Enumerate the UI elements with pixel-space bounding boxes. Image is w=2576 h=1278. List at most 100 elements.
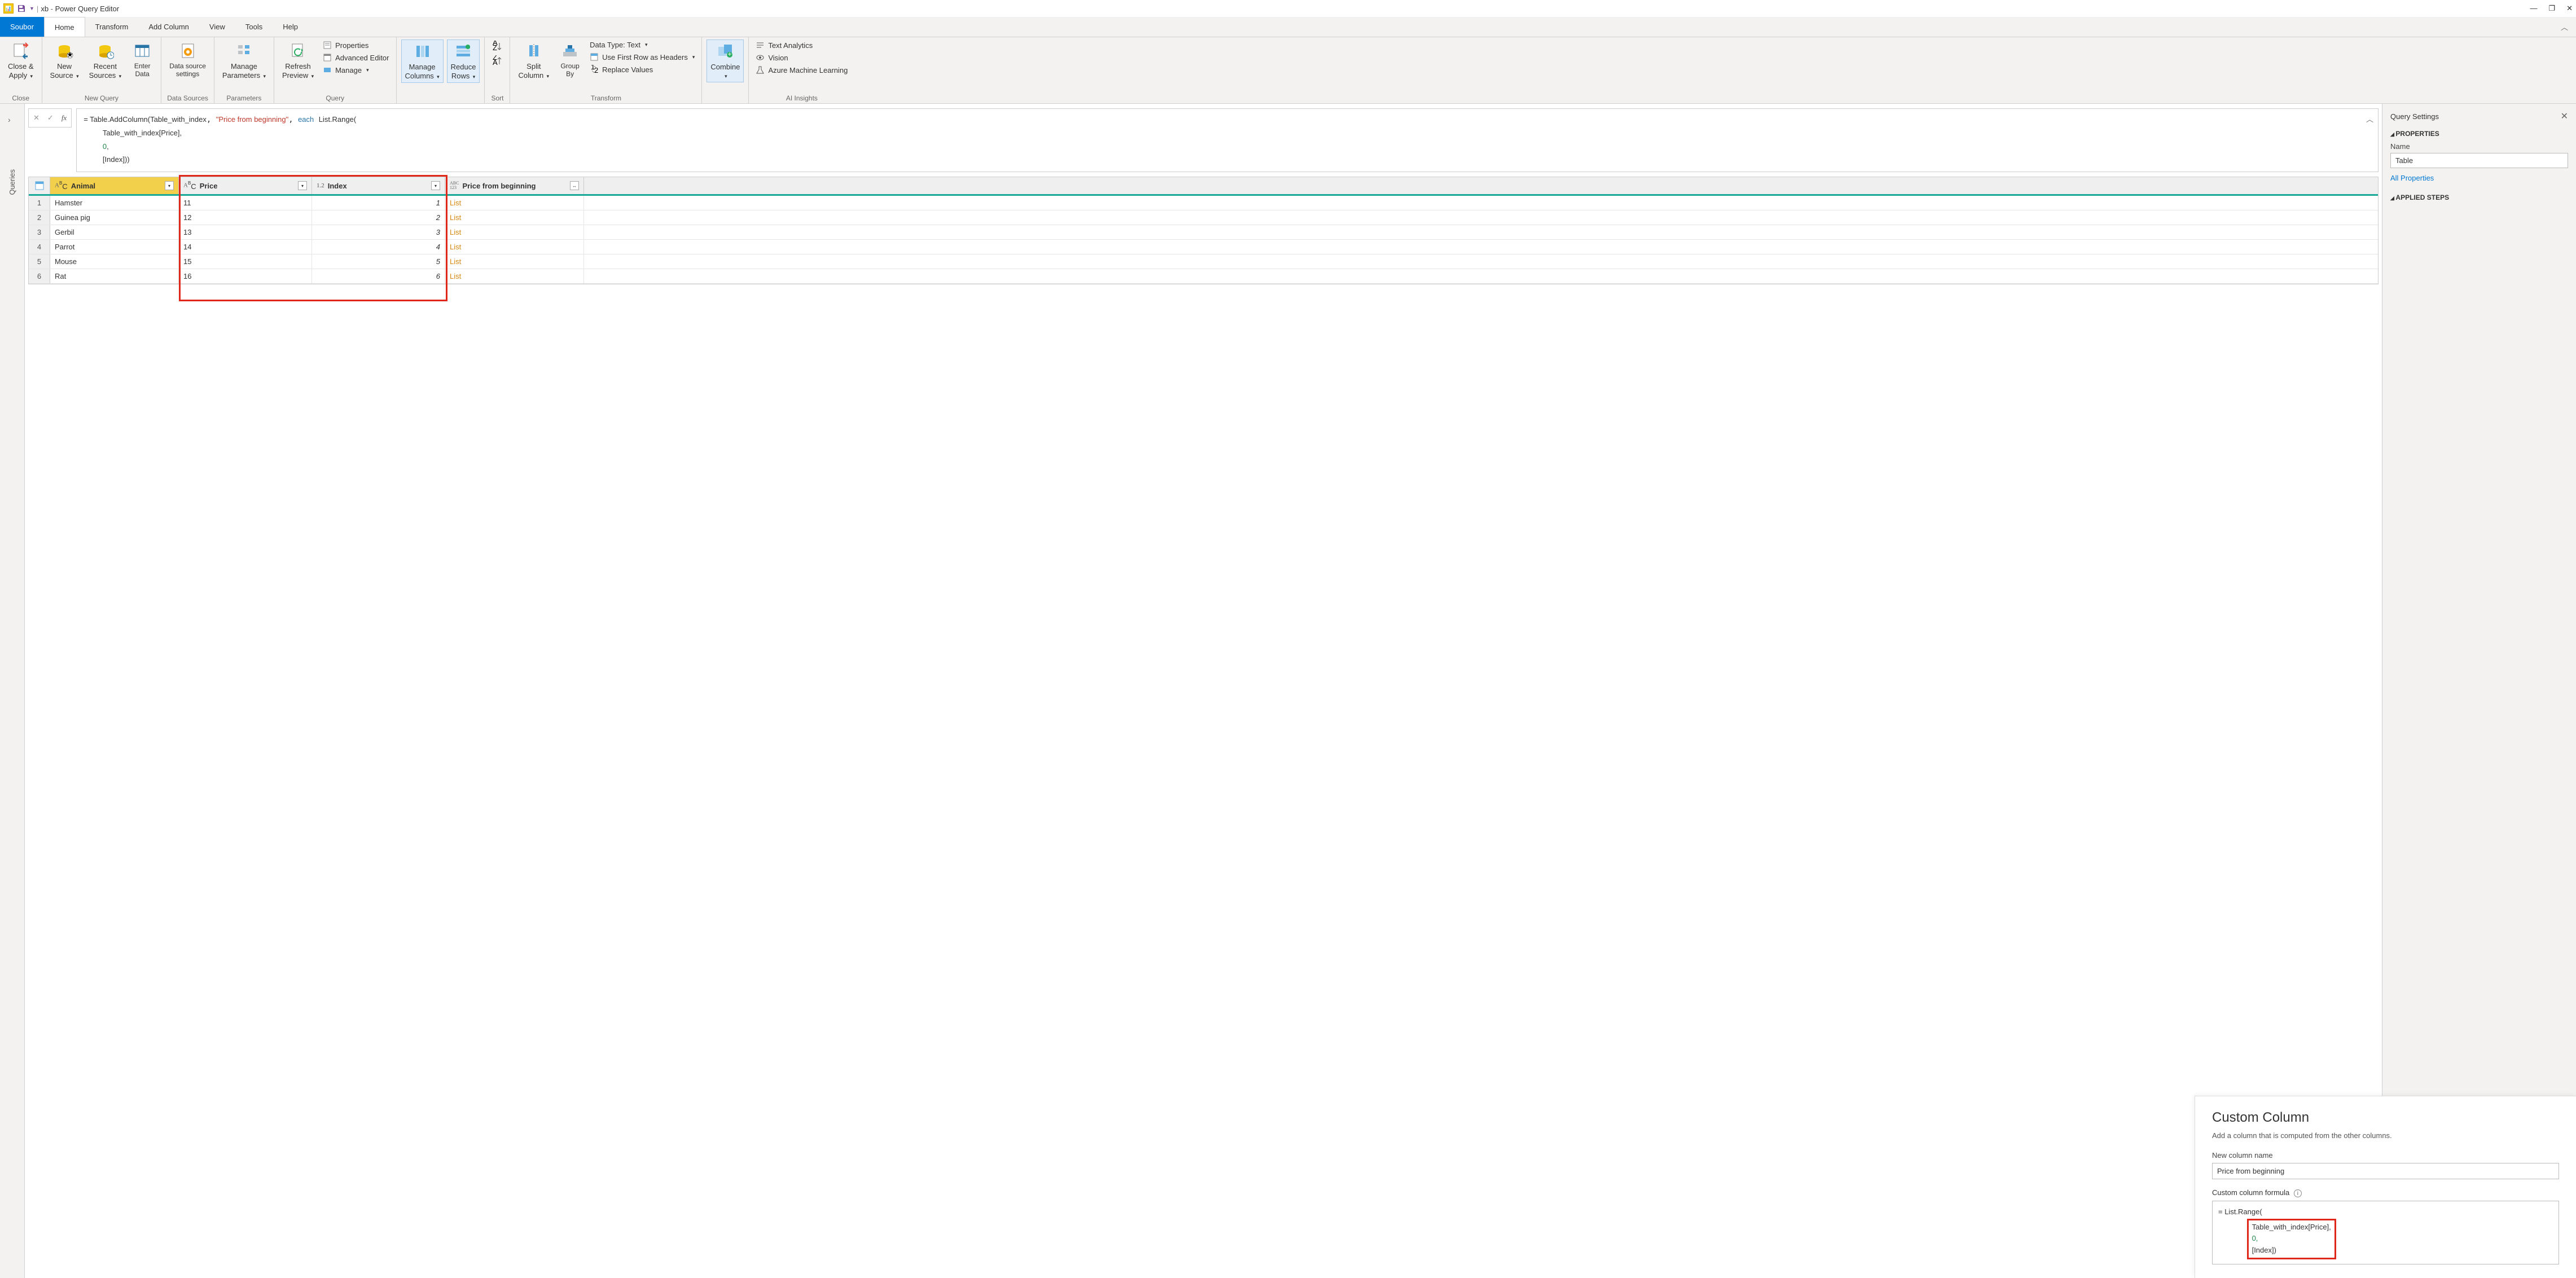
cell[interactable]: 2: [312, 210, 445, 225]
combine-button[interactable]: +Combine▾: [706, 39, 744, 82]
row-number: 2: [29, 210, 50, 225]
table-icon[interactable]: [29, 177, 50, 194]
cell[interactable]: 13: [179, 225, 312, 239]
close-apply-button[interactable]: Close & Apply ▾: [5, 39, 37, 82]
svg-text:A: A: [493, 58, 498, 67]
group-by-button[interactable]: Group By: [556, 39, 584, 81]
cell-list-link[interactable]: List: [445, 210, 584, 225]
split-column-button[interactable]: Split Column ▾: [515, 39, 552, 82]
cell[interactable]: Hamster: [50, 196, 179, 210]
tab-help[interactable]: Help: [273, 17, 308, 37]
filter-icon[interactable]: ▾: [431, 181, 440, 190]
cell-list-link[interactable]: List: [445, 240, 584, 254]
manage-columns-button[interactable]: Manage Columns ▾: [401, 39, 444, 83]
table-row[interactable]: 2 Guinea pig 12 2 List: [29, 210, 2378, 225]
cell[interactable]: 1: [312, 196, 445, 210]
cell[interactable]: Rat: [50, 269, 179, 283]
formula-input[interactable]: ︿ = Table.AddColumn(Table_with_index, "P…: [76, 108, 2378, 172]
table-row[interactable]: 1 Hamster 11 1 List: [29, 196, 2378, 210]
col-index[interactable]: 1.2Index▾: [312, 177, 445, 194]
all-properties-link[interactable]: All Properties: [2390, 174, 2568, 182]
minimize-button[interactable]: —: [2530, 4, 2537, 13]
cell[interactable]: 6: [312, 269, 445, 283]
manage-button[interactable]: Manage ▾: [321, 64, 391, 76]
new-source-button[interactable]: ★New Source ▾: [47, 39, 82, 82]
tab-view[interactable]: View: [199, 17, 235, 37]
group-label: Parameters: [219, 93, 269, 102]
cancel-formula-icon[interactable]: ✕: [33, 113, 40, 122]
close-button[interactable]: ✕: [2566, 4, 2573, 13]
collapse-formula-icon[interactable]: ︿: [2366, 113, 2373, 126]
expand-icon[interactable]: ↔: [570, 181, 579, 190]
properties-button[interactable]: Properties: [321, 39, 391, 51]
recent-sources-button[interactable]: Recent Sources ▾: [86, 39, 125, 82]
type-any-icon: ABC 123: [450, 181, 459, 190]
info-icon[interactable]: i: [2294, 1189, 2302, 1197]
advanced-editor-button[interactable]: Advanced Editor: [321, 52, 391, 63]
formula-textarea[interactable]: = List.Range( Table_with_index[Price], 0…: [2212, 1201, 2559, 1264]
highlight-box: Table_with_index[Price], 0, [Index]): [2247, 1219, 2336, 1259]
cell[interactable]: 5: [312, 254, 445, 269]
sort-asc-button[interactable]: AZ: [489, 39, 505, 53]
dropdown-icon[interactable]: ▼: [29, 6, 34, 11]
cell[interactable]: Mouse: [50, 254, 179, 269]
reduce-rows-button[interactable]: Reduce Rows ▾: [447, 39, 480, 83]
table-icon: [590, 52, 599, 62]
enter-data-button[interactable]: Enter Data: [128, 39, 156, 81]
close-icon[interactable]: ✕: [2561, 111, 2568, 122]
save-icon[interactable]: [17, 4, 26, 13]
vision-button[interactable]: Vision: [753, 52, 850, 63]
azure-ml-button[interactable]: Azure Machine Learning: [753, 64, 850, 76]
applied-steps-section[interactable]: APPLIED STEPS: [2390, 194, 2568, 201]
data-type-button[interactable]: Data Type: Text ▾: [587, 39, 697, 50]
properties-section[interactable]: PROPERTIES: [2390, 130, 2568, 138]
cell-list-link[interactable]: List: [445, 254, 584, 269]
table-row[interactable]: 3 Gerbil 13 3 List: [29, 225, 2378, 240]
tab-home[interactable]: Home: [44, 17, 85, 37]
tab-addcolumn[interactable]: Add Column: [138, 17, 199, 37]
fx-icon[interactable]: fx: [62, 113, 67, 122]
collapse-ribbon-icon[interactable]: ︿: [2553, 17, 2576, 37]
filter-icon[interactable]: ▾: [165, 181, 174, 190]
accept-formula-icon[interactable]: ✓: [47, 113, 54, 122]
first-row-headers-button[interactable]: Use First Row as Headers ▾: [587, 51, 697, 63]
sort-desc-button[interactable]: ZA: [489, 54, 505, 68]
cell-list-link[interactable]: List: [445, 269, 584, 283]
cell-list-link[interactable]: List: [445, 196, 584, 210]
expand-icon[interactable]: ›: [8, 115, 16, 124]
tab-transform[interactable]: Transform: [85, 17, 139, 37]
col-animal[interactable]: ABCAnimal▾: [50, 177, 179, 194]
cell[interactable]: Guinea pig: [50, 210, 179, 225]
cell[interactable]: 15: [179, 254, 312, 269]
new-column-name-input[interactable]: [2212, 1163, 2559, 1179]
refresh-preview-button[interactable]: Refresh Preview ▾: [279, 39, 317, 82]
text-analytics-button[interactable]: Text Analytics: [753, 39, 850, 51]
file-tab[interactable]: Soubor: [0, 17, 44, 37]
replace-values-button[interactable]: 12Replace Values: [587, 64, 697, 75]
table-row[interactable]: 4 Parrot 14 4 List: [29, 240, 2378, 254]
cell[interactable]: 12: [179, 210, 312, 225]
maximize-button[interactable]: ❐: [2548, 4, 2555, 13]
tab-tools[interactable]: Tools: [235, 17, 273, 37]
table-row[interactable]: 6 Rat 16 6 List: [29, 269, 2378, 284]
cell[interactable]: 3: [312, 225, 445, 239]
cell[interactable]: Parrot: [50, 240, 179, 254]
data-source-settings-button[interactable]: Data source settings: [166, 39, 209, 81]
query-name-input[interactable]: [2390, 153, 2568, 168]
ribbon: Close & Apply ▾ Close ★New Source ▾ Rece…: [0, 37, 2576, 104]
cell-list-link[interactable]: List: [445, 225, 584, 239]
type-text-icon: ABC: [55, 181, 68, 191]
table-row[interactable]: 5 Mouse 15 5 List: [29, 254, 2378, 269]
col-pfb[interactable]: ABC 123Price from beginning↔: [445, 177, 584, 194]
manage-parameters-button[interactable]: Manage Parameters ▾: [219, 39, 269, 82]
cell[interactable]: Gerbil: [50, 225, 179, 239]
cell[interactable]: 4: [312, 240, 445, 254]
col-price[interactable]: ABCPrice▾: [179, 177, 312, 194]
cell[interactable]: 11: [179, 196, 312, 210]
window-title: xb - Power Query Editor: [41, 5, 119, 13]
queries-pane[interactable]: › Queries: [0, 104, 25, 1278]
titlebar: 📊 ▼ | xb - Power Query Editor — ❐ ✕: [0, 0, 2576, 17]
filter-icon[interactable]: ▾: [298, 181, 307, 190]
cell[interactable]: 16: [179, 269, 312, 283]
cell[interactable]: 14: [179, 240, 312, 254]
